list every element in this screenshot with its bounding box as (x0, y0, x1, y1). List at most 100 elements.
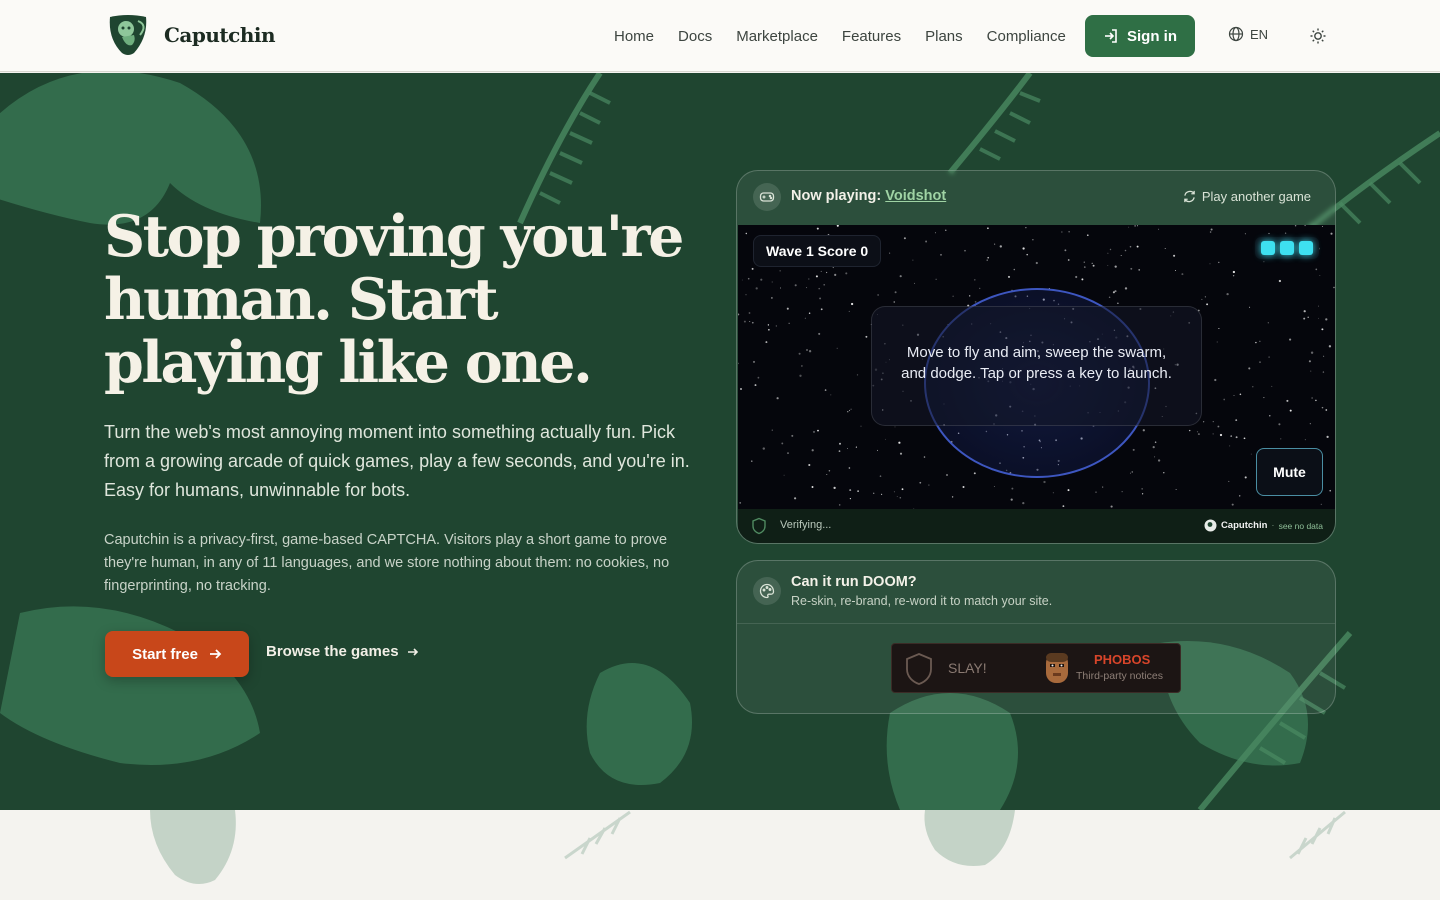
star (1304, 225, 1306, 227)
nav-features[interactable]: Features (830, 28, 913, 45)
top-nav: Caputchin Home Docs Marketplace Features… (0, 0, 1440, 72)
star (1107, 265, 1109, 266)
nav-plans[interactable]: Plans (913, 28, 975, 45)
star (1086, 234, 1089, 237)
lives-indicator (1255, 237, 1319, 259)
star (1022, 247, 1025, 250)
star (1252, 386, 1254, 388)
star (845, 272, 848, 275)
doom-theme-preview[interactable]: SLAY! PHOBOS Third-party notices (891, 643, 1181, 693)
star (815, 275, 818, 278)
game-name-link[interactable]: Voidshot (885, 188, 946, 204)
mute-button[interactable]: Mute (1256, 448, 1323, 496)
play-another-game-button[interactable]: Play another game (1183, 189, 1311, 204)
star (850, 408, 852, 410)
star (850, 302, 854, 306)
star (838, 504, 841, 506)
star (767, 324, 770, 326)
star (1278, 423, 1281, 426)
star (1217, 425, 1220, 428)
star (881, 493, 883, 495)
star (1209, 231, 1212, 233)
star (779, 287, 782, 289)
language-switcher[interactable]: EN (1228, 26, 1268, 42)
star (847, 411, 849, 413)
nav-docs[interactable]: Docs (666, 28, 724, 45)
arrow-right-icon (407, 647, 418, 656)
nav-links: Home Docs Marketplace Features Plans Com… (602, 0, 1078, 72)
star (836, 347, 838, 349)
star (781, 442, 784, 445)
star (1239, 393, 1242, 396)
watermark-note: see no data (1278, 520, 1323, 531)
nav-compliance[interactable]: Compliance (975, 28, 1078, 45)
customization-title: Can it run DOOM? (791, 574, 917, 590)
play-another-label: Play another game (1201, 189, 1311, 204)
star (1244, 233, 1246, 235)
star (1263, 397, 1265, 399)
star (787, 452, 789, 454)
star (1325, 318, 1328, 321)
star (848, 409, 851, 412)
sign-in-button[interactable]: Sign in (1085, 15, 1195, 57)
star (1132, 448, 1135, 451)
star (1248, 367, 1251, 370)
star (896, 496, 898, 498)
star (923, 456, 926, 458)
star (986, 259, 988, 261)
star (1267, 322, 1269, 324)
browse-games-link[interactable]: Browse the games (266, 643, 419, 660)
star (1114, 290, 1117, 293)
star (1321, 406, 1324, 409)
star (1329, 489, 1332, 492)
hero-section: Stop proving you're human. Start playing… (0, 73, 1440, 810)
star (925, 240, 928, 243)
brand[interactable]: Caputchin (104, 11, 276, 59)
star (1064, 249, 1067, 252)
star (1232, 275, 1235, 277)
monkey-logo-icon (1204, 519, 1217, 532)
star (913, 282, 915, 284)
theme-toggle-sun-icon[interactable] (1308, 26, 1328, 46)
star (855, 446, 857, 448)
nav-marketplace[interactable]: Marketplace (724, 28, 830, 45)
star (817, 429, 819, 432)
star (1216, 341, 1218, 343)
start-free-button[interactable]: Start free (105, 631, 249, 677)
third-party-notices-link[interactable]: Third-party notices (1076, 670, 1163, 682)
star (901, 488, 904, 491)
star (877, 294, 879, 296)
wave-score-badge: Wave 1 Score 0 (753, 235, 882, 267)
nav-home[interactable]: Home (602, 28, 666, 45)
star (1280, 438, 1282, 440)
start-free-label: Start free (132, 645, 198, 663)
star (893, 301, 895, 303)
star (1110, 505, 1113, 508)
game-canvas[interactable]: Wave 1 Score 0 Move to fly and aim, swee… (738, 225, 1335, 509)
star (1108, 296, 1111, 299)
star (1035, 261, 1038, 265)
refresh-icon (1184, 190, 1195, 203)
verification-status: Verifying... (780, 519, 832, 531)
star (1303, 310, 1306, 313)
language-label: EN (1250, 26, 1269, 42)
star (1129, 245, 1132, 248)
star (786, 307, 789, 310)
life-pip (1280, 241, 1294, 255)
star (1250, 453, 1252, 455)
game-demo-card: Now playing: Voidshot Play another game … (736, 170, 1336, 544)
star (771, 429, 773, 431)
star (952, 295, 954, 297)
star (1325, 409, 1328, 411)
star (894, 426, 896, 428)
star (993, 485, 995, 488)
star (1083, 261, 1085, 263)
star (1062, 505, 1065, 508)
star (776, 397, 779, 400)
star (1092, 264, 1095, 267)
caputchin-watermark[interactable]: Caputchin · see no data (1204, 519, 1323, 532)
verification-bar: Verifying... Caputchin · see no data (738, 509, 1335, 543)
star (1226, 292, 1229, 296)
star (775, 325, 777, 327)
star (1043, 480, 1046, 484)
